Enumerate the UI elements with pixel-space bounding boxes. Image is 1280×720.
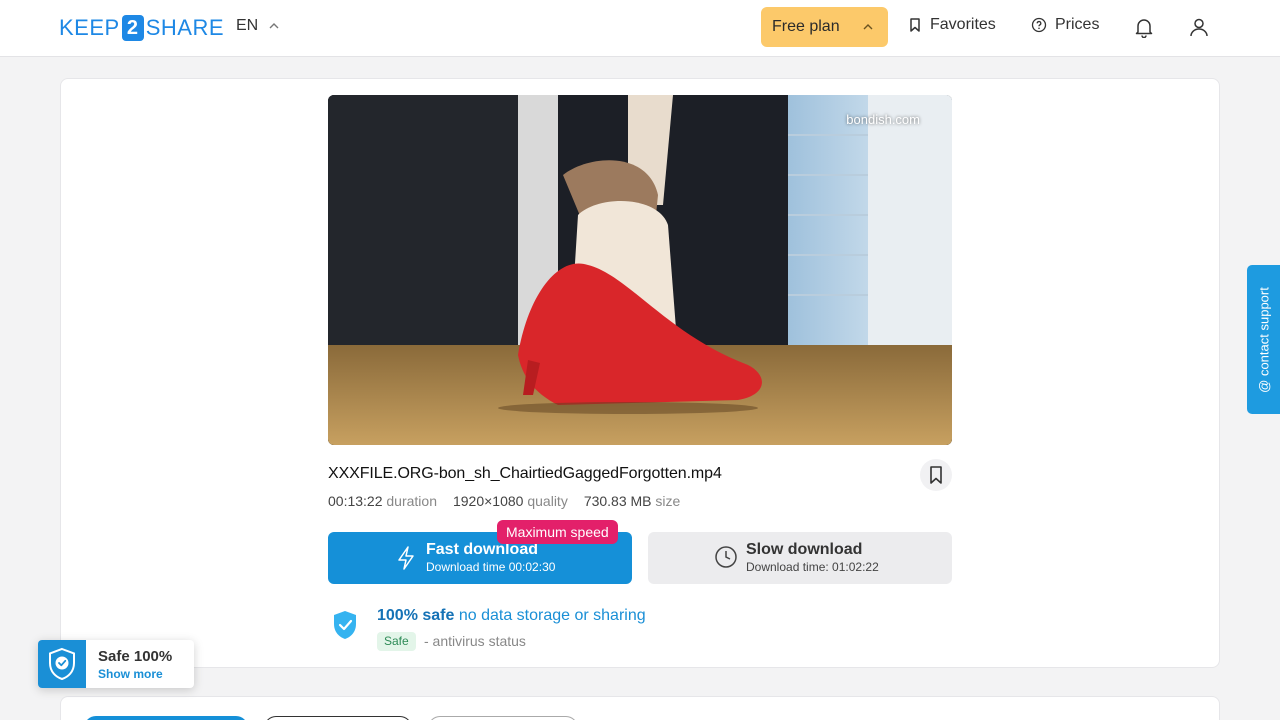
- safe-widget-icon-box: [38, 640, 86, 688]
- logo-badge: 2: [121, 15, 144, 41]
- free-plan-button[interactable]: Free plan: [761, 7, 888, 47]
- bookmark-icon: [910, 18, 920, 32]
- slow-download-button[interactable]: Slow download Download time: 01:02:22: [648, 532, 952, 584]
- preview-image: [328, 95, 952, 445]
- lightning-icon: [398, 546, 414, 570]
- slow-download-time: Download time: 01:02:22: [746, 560, 879, 574]
- logo-text-left: KEEP: [59, 15, 120, 40]
- shield-check-icon: [334, 611, 356, 639]
- bottom-tab-3[interactable]: [428, 716, 578, 720]
- question-circle-icon: [1031, 17, 1047, 33]
- size-label: size: [655, 493, 681, 509]
- keep2share-logo[interactable]: KEEP 2 SHARE: [59, 13, 224, 43]
- duration-label: duration: [386, 493, 437, 509]
- shield-check-icon: [49, 647, 75, 681]
- safety-text: no data storage or sharing: [458, 607, 646, 624]
- user-icon: [1190, 18, 1208, 37]
- contact-support-tab[interactable]: @ contact support: [1247, 265, 1280, 414]
- file-name: XXXFILE.ORG-bon_sh_ChairtiedGaggedForgot…: [328, 465, 722, 482]
- duration-value: 00:13:22: [328, 493, 383, 509]
- preview-watermark: bondish.com: [846, 112, 920, 127]
- quality-value: 1920×1080: [452, 493, 524, 509]
- size-value: 730.83 MB: [583, 493, 652, 509]
- language-selector[interactable]: EN: [236, 17, 280, 35]
- add-to-favorites-button[interactable]: [920, 459, 952, 491]
- account-button[interactable]: [1186, 14, 1212, 40]
- language-label: EN: [236, 17, 259, 34]
- chevron-up-icon: [269, 23, 279, 29]
- bottom-tab-2[interactable]: [264, 716, 412, 720]
- prices-label: Prices: [1055, 16, 1100, 33]
- safety-bold: 100% safe: [377, 607, 455, 624]
- fast-download-time: Download time 00:02:30: [426, 560, 556, 574]
- quality-meta: 1920×1080 quality: [453, 493, 568, 509]
- antivirus-status: - antivirus status: [424, 633, 526, 649]
- bookmark-icon: [930, 466, 942, 484]
- file-meta: 00:13:22 duration 1920×1080 quality 730.…: [328, 493, 680, 509]
- safe-widget-title: Safe 100%: [98, 648, 173, 665]
- chevron-up-icon: [863, 24, 873, 30]
- slow-download-title: Slow download: [746, 541, 863, 558]
- bottom-tab-1[interactable]: [84, 716, 248, 720]
- contact-support-label: @ contact support: [1256, 286, 1271, 393]
- safety-line: 100% safe no data storage or sharing: [377, 607, 646, 625]
- logo-text-right: SHARE: [145, 15, 224, 40]
- clock-icon: [715, 546, 737, 568]
- favorites-label: Favorites: [930, 16, 996, 33]
- size-meta: 730.83 MB size: [584, 493, 681, 509]
- safe-widget-show-more[interactable]: Show more: [98, 667, 163, 681]
- quality-label: quality: [527, 493, 568, 509]
- top-header: KEEP 2 SHARE EN Free plan Favorites Pric…: [0, 0, 1280, 57]
- favorites-link[interactable]: Favorites: [908, 16, 996, 34]
- safe-widget[interactable]: Safe 100% Show more: [38, 640, 194, 688]
- bell-icon: [1135, 19, 1153, 38]
- plan-label: Free plan: [772, 18, 840, 35]
- video-preview[interactable]: bondish.com: [328, 95, 952, 445]
- prices-link[interactable]: Prices: [1031, 16, 1099, 34]
- maximum-speed-badge: Maximum speed: [497, 520, 618, 544]
- antivirus-safe-badge: Safe: [377, 632, 416, 651]
- duration-meta: 00:13:22 duration: [328, 493, 437, 509]
- notifications-button[interactable]: [1131, 14, 1157, 40]
